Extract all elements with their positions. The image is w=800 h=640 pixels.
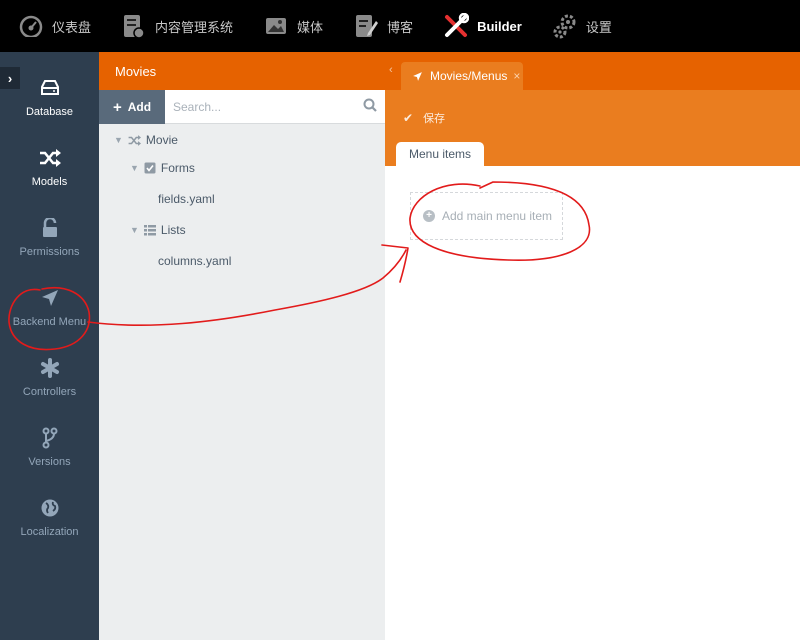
add-button-label: Add: [127, 100, 152, 114]
caret-down-icon[interactable]: ▼: [130, 225, 139, 235]
search-icon[interactable]: [363, 98, 377, 115]
sidebar-item-label: Versions: [28, 456, 71, 468]
save-button[interactable]: ✔ 保存: [403, 110, 445, 126]
sidebar-item-label: Database: [25, 106, 74, 118]
builder-sidebar: › Database Models Permissions Backend Me…: [0, 52, 99, 640]
tree-label: Lists: [160, 223, 186, 237]
caret-down-icon[interactable]: ▼: [114, 135, 123, 145]
plus-circle-icon: +: [423, 210, 435, 222]
tab-menu-items[interactable]: Menu items: [396, 142, 484, 166]
nav-label: 媒体: [297, 19, 324, 35]
globe-icon: [38, 496, 62, 520]
tree-label: fields.yaml: [158, 192, 215, 206]
sidebar-item-localization[interactable]: Localization: [0, 496, 99, 556]
nav-cms[interactable]: 内容管理系统: [103, 0, 245, 52]
chevron-left-icon[interactable]: ‹: [389, 64, 393, 76]
tree-item-model[interactable]: ▼ Movie: [114, 129, 178, 151]
check-square-icon: [144, 162, 156, 174]
settings-icon: [552, 13, 578, 39]
cms-icon: [121, 13, 147, 39]
tree-label: columns.yaml: [158, 254, 232, 268]
blog-icon: [353, 13, 379, 39]
panel-title: Movies: [99, 52, 385, 90]
tree-item-fields-yaml[interactable]: fields.yaml: [158, 188, 215, 210]
editor-toolbar: ✔ 保存 Menu items: [385, 90, 800, 166]
nav-blog[interactable]: 博客: [335, 0, 425, 52]
sidebar-item-controllers[interactable]: Controllers: [0, 356, 99, 416]
sidebar-item-label: Controllers: [22, 386, 77, 398]
search-box: [165, 90, 385, 124]
sidebar-item-backend-menu[interactable]: Backend Menu: [0, 286, 99, 346]
document-tabbar: ‹ Movies/Menus ×: [385, 52, 800, 90]
menu-editor: + Add main menu item: [385, 166, 800, 640]
location-arrow-icon: [412, 71, 423, 82]
tab-label: Movies/Menus: [430, 69, 508, 83]
nav-label: 仪表盘: [52, 19, 92, 35]
nav-settings[interactable]: 设置: [534, 0, 624, 52]
builder-icon: [443, 13, 470, 39]
plus-icon: +: [112, 98, 122, 116]
sidebar-item-label: Backend Menu: [12, 316, 87, 328]
location-arrow-icon: [38, 286, 62, 310]
save-button-label: 保存: [423, 113, 446, 125]
list-icon: [143, 224, 156, 236]
media-icon: [263, 13, 289, 39]
sidebar-item-label: Permissions: [19, 246, 80, 258]
tab-movies-menus[interactable]: Movies/Menus ×: [401, 62, 523, 90]
code-fork-icon: [38, 426, 62, 450]
nav-label: 博客: [387, 19, 414, 35]
add-button[interactable]: + Add: [99, 90, 165, 124]
panel-toolbar: + Add: [99, 90, 385, 124]
tree-item-forms[interactable]: ▼ Forms: [130, 157, 195, 179]
top-navigation: 仪表盘 内容管理系统 媒体 博客 Builder 设置: [0, 0, 800, 52]
tree-label: Forms: [160, 161, 195, 175]
caret-down-icon[interactable]: ▼: [130, 163, 139, 173]
sidebar-item-database[interactable]: Database: [0, 76, 99, 136]
add-main-menu-item-button[interactable]: + Add main menu item: [410, 192, 563, 240]
random-icon: [38, 146, 62, 170]
check-icon: ✔: [403, 111, 414, 125]
nav-builder[interactable]: Builder: [425, 0, 534, 52]
sidebar-item-permissions[interactable]: Permissions: [0, 216, 99, 276]
sidebar-item-label: Localization: [20, 526, 79, 538]
nav-label: Builder: [477, 18, 522, 34]
sidebar-item-versions[interactable]: Versions: [0, 426, 99, 486]
nav-label: 设置: [585, 19, 612, 35]
add-menu-label: Add main menu item: [442, 209, 553, 223]
nav-dashboard[interactable]: 仪表盘: [0, 0, 103, 52]
tree-label: Movie: [145, 133, 178, 147]
nav-label: 内容管理系统: [155, 19, 234, 35]
search-input[interactable]: [173, 99, 363, 114]
database-icon: [38, 76, 62, 100]
tree-item-lists[interactable]: ▼ Lists: [130, 219, 186, 241]
unlock-icon: [38, 216, 62, 240]
tree-item-columns-yaml[interactable]: columns.yaml: [158, 250, 231, 272]
close-icon[interactable]: ×: [513, 69, 520, 83]
nav-media[interactable]: 媒体: [245, 0, 335, 52]
asterisk-icon: [38, 356, 62, 380]
model-panel: Movies + Add ▼ Movie ▼ Forms fields.yaml…: [99, 52, 385, 640]
sidebar-item-models[interactable]: Models: [0, 146, 99, 206]
dashboard-icon: [18, 13, 44, 39]
random-icon: [128, 134, 141, 146]
sidebar-item-label: Models: [31, 176, 68, 188]
